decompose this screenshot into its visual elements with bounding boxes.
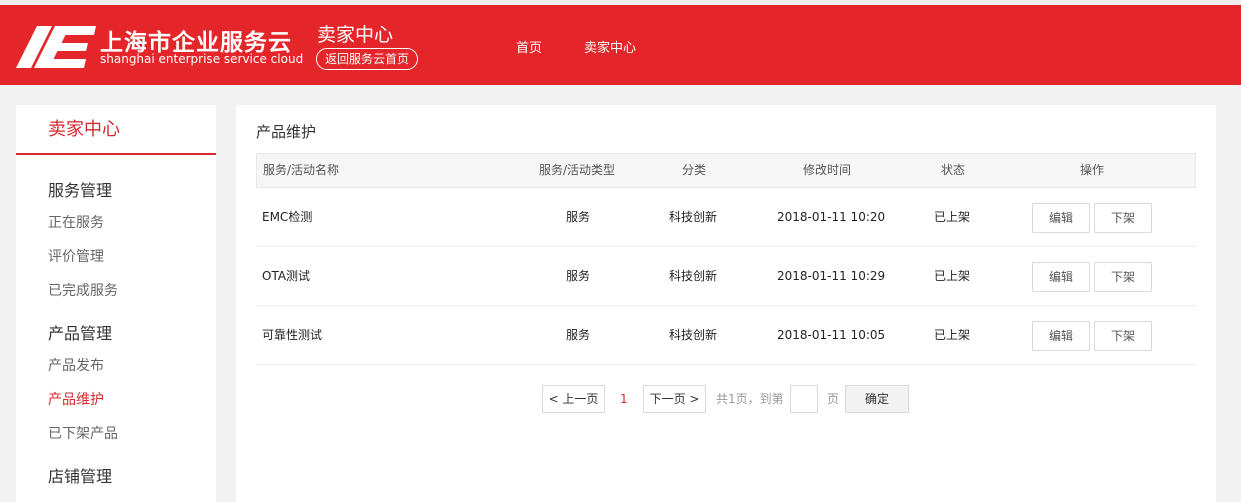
sidebar-item-offshelf[interactable]: 已下架产品 [48, 423, 118, 443]
cell-type: 服务 [566, 328, 591, 342]
next-page-button[interactable]: 下一页 > [643, 385, 706, 413]
column-header-status: 状态 [941, 163, 966, 177]
cell-name: EMC检测 [262, 210, 313, 224]
nav-seller-center[interactable]: 卖家中心 [584, 37, 636, 56]
cell-category: 科技创新 [669, 328, 718, 342]
sidebar-group-service: 服务管理 [48, 181, 113, 200]
cell-status: 已上架 [934, 210, 971, 224]
cell-status: 已上架 [934, 269, 971, 283]
sidebar-item-completed[interactable]: 已完成服务 [48, 280, 118, 300]
column-header-category: 分类 [682, 163, 707, 177]
current-page-number[interactable]: 1 [620, 385, 628, 413]
cell-time: 2018-01-11 10:20 [777, 210, 886, 224]
table-header: 服务/活动名称 服务/活动类型 分类 修改时间 状态 操作 [256, 153, 1196, 188]
sidebar-group-store: 店铺管理 [48, 467, 113, 486]
offshelf-button[interactable]: 下架 [1094, 203, 1152, 233]
product-table: 服务/活动名称 服务/活动类型 分类 修改时间 状态 操作 EMC检测 服务 科… [256, 153, 1196, 365]
logo-icon [16, 26, 96, 68]
page-number-input[interactable] [790, 385, 818, 413]
edit-button[interactable]: 编辑 [1032, 262, 1090, 292]
column-header-type: 服务/活动类型 [539, 163, 616, 177]
cell-time: 2018-01-11 10:29 [777, 269, 886, 283]
cell-type: 服务 [566, 269, 591, 283]
prev-page-button[interactable]: < 上一页 [542, 385, 605, 413]
table-row: 可靠性测试 服务 科技创新 2018-01-11 10:05 已上架 编辑 下架 [256, 306, 1196, 365]
offshelf-button[interactable]: 下架 [1094, 321, 1152, 351]
sidebar: 卖家中心 服务管理 正在服务 评价管理 已完成服务 产品管理 产品发布 产品维护… [16, 105, 216, 502]
cell-type: 服务 [566, 210, 591, 224]
sidebar-group-product: 产品管理 [48, 324, 113, 343]
nav-home[interactable]: 首页 [516, 37, 542, 56]
sidebar-item-maintain[interactable]: 产品维护 [48, 389, 104, 409]
cell-time: 2018-01-11 10:05 [777, 328, 886, 342]
offshelf-button[interactable]: 下架 [1094, 262, 1152, 292]
header: 上海市企业服务云 shanghai enterprise service clo… [0, 5, 1241, 85]
back-to-home-link[interactable]: 返回服务云首页 [316, 48, 418, 70]
cell-status: 已上架 [934, 328, 971, 342]
sidebar-item-reviews[interactable]: 评价管理 [48, 246, 104, 266]
table-row: EMC检测 服务 科技创新 2018-01-11 10:20 已上架 编辑 下架 [256, 188, 1196, 247]
confirm-page-button[interactable]: 确定 [845, 385, 909, 413]
page-unit-text: 页 [827, 392, 840, 406]
brand-name-en: shanghai enterprise service cloud [100, 52, 304, 66]
column-header-name: 服务/活动名称 [263, 163, 340, 177]
edit-button[interactable]: 编辑 [1032, 321, 1090, 351]
column-header-actions: 操作 [1080, 163, 1105, 177]
cell-category: 科技创新 [669, 210, 718, 224]
edit-button[interactable]: 编辑 [1032, 203, 1090, 233]
sidebar-item-publish[interactable]: 产品发布 [48, 355, 104, 375]
sidebar-item-in-service[interactable]: 正在服务 [48, 212, 104, 232]
page-title: 产品维护 [256, 123, 317, 141]
total-pages-text: 共1页，到第 [716, 392, 784, 406]
column-header-time: 修改时间 [803, 163, 852, 177]
table-row: OTA测试 服务 科技创新 2018-01-11 10:29 已上架 编辑 下架 [256, 247, 1196, 306]
cell-name: 可靠性测试 [262, 328, 323, 342]
header-section-title: 卖家中心 [317, 24, 394, 46]
cell-category: 科技创新 [669, 269, 718, 283]
cell-name: OTA测试 [262, 269, 311, 283]
main-panel: 产品维护 服务/活动名称 服务/活动类型 分类 修改时间 状态 操作 EMC检测… [236, 105, 1216, 502]
sidebar-title: 卖家中心 [16, 105, 216, 155]
